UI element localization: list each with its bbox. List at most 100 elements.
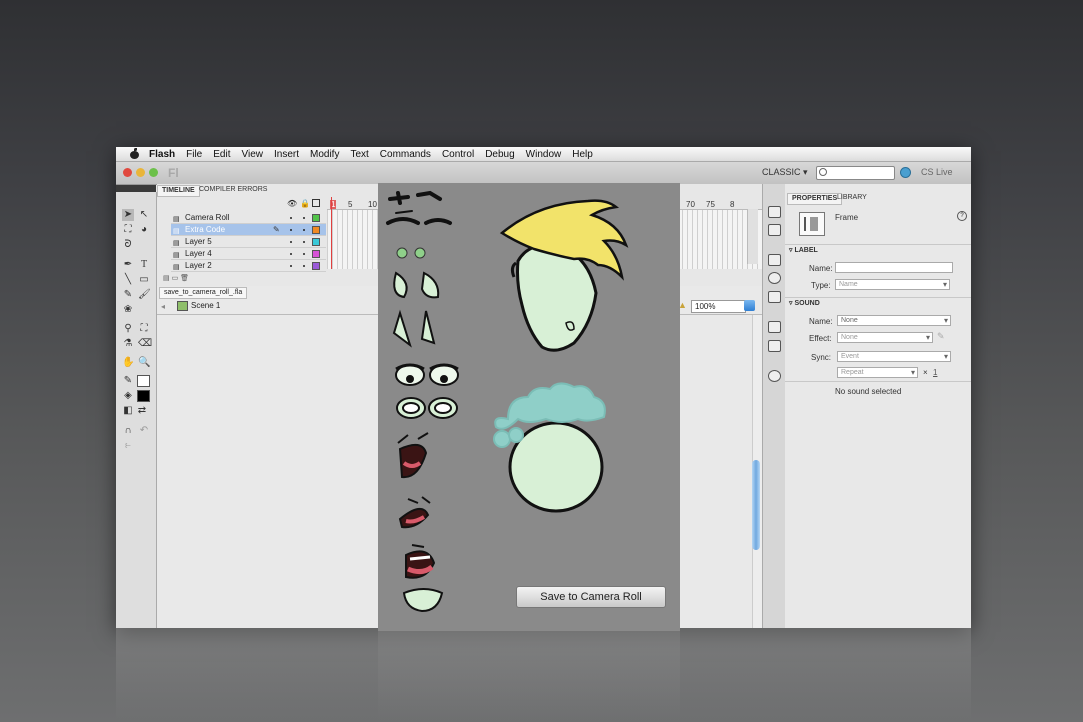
new-layer-icon[interactable]: ▤ xyxy=(163,275,170,282)
delete-layer-icon[interactable]: 🗑 xyxy=(180,275,189,282)
layer-visibility-dot[interactable] xyxy=(290,265,292,267)
fill-color-icon[interactable]: ◈ xyxy=(122,390,134,402)
menu-edit[interactable]: Edit xyxy=(213,149,230,160)
menu-insert[interactable]: Insert xyxy=(274,149,299,160)
layer-color-swatch[interactable] xyxy=(312,226,320,234)
help-search-input[interactable] xyxy=(816,166,895,180)
menu-commands[interactable]: Commands xyxy=(380,149,431,160)
open-eyes-art[interactable] xyxy=(396,397,458,419)
layer-lock-dot[interactable] xyxy=(303,241,305,243)
sound-name-select[interactable]: None xyxy=(837,315,951,326)
layer-row[interactable]: ▤ Layer 5 xyxy=(171,236,326,248)
sync-select[interactable]: Event xyxy=(837,351,951,362)
dot-eyes-art[interactable] xyxy=(396,247,426,259)
character-head-curly[interactable] xyxy=(493,382,606,513)
swatches-panel-icon[interactable] xyxy=(768,224,781,236)
minimize-window-button[interactable] xyxy=(136,168,145,177)
outline-all-icon[interactable] xyxy=(312,199,320,207)
cs-live-icon[interactable] xyxy=(900,167,911,178)
free-transform-tool-icon[interactable]: ⛶ xyxy=(122,224,134,236)
label-type-select[interactable]: Name xyxy=(835,279,950,290)
stage-scrollbar-thumb[interactable] xyxy=(752,460,760,550)
tools-panel-header[interactable] xyxy=(116,185,156,192)
tab-library[interactable]: LIBRARY xyxy=(833,193,871,203)
menu-file[interactable]: File xyxy=(186,149,202,160)
layer-color-swatch[interactable] xyxy=(312,214,320,222)
cs-live-menu[interactable]: CS Live xyxy=(921,167,953,177)
pen-tool-icon[interactable]: ✒ xyxy=(122,259,134,271)
layer-lock-dot[interactable] xyxy=(303,253,305,255)
sound-section-header[interactable]: ▿ SOUND xyxy=(785,297,971,310)
menu-debug[interactable]: Debug xyxy=(485,149,514,160)
layer-row[interactable]: ▤ Layer 4 xyxy=(171,248,326,260)
text-tool-icon[interactable]: T xyxy=(138,259,150,271)
swap-colors-icon[interactable]: ⇄ xyxy=(136,405,148,417)
subselection-tool-icon[interactable]: ↖ xyxy=(138,209,150,221)
transform-panel-icon[interactable] xyxy=(768,291,781,303)
document-tab[interactable]: save_to_camera_roll_.fla xyxy=(159,287,248,299)
fill-color-swatch[interactable] xyxy=(137,390,150,402)
repeat-select[interactable]: Repeat xyxy=(837,367,918,378)
align-panel-icon[interactable] xyxy=(768,254,781,266)
eraser-tool-icon[interactable]: ⌫ xyxy=(138,338,152,350)
3d-rotation-tool-icon[interactable]: ◕ xyxy=(138,224,150,236)
zoom-window-button[interactable] xyxy=(149,168,158,177)
menu-text[interactable]: Text xyxy=(350,149,368,160)
pencil-tool-icon[interactable]: ✎ xyxy=(122,289,134,301)
show-hide-all-icon[interactable]: 👁 xyxy=(287,199,297,208)
layer-row[interactable]: ▤ Camera Roll xyxy=(171,212,326,224)
save-to-camera-roll-button[interactable]: Save to Camera Roll xyxy=(516,586,666,608)
stroke-color-icon[interactable]: ✎ xyxy=(122,375,134,387)
layer-lock-dot[interactable] xyxy=(303,217,305,219)
layer-color-swatch[interactable] xyxy=(312,238,320,246)
info-panel-icon[interactable] xyxy=(768,272,781,284)
menu-help[interactable]: Help xyxy=(572,149,593,160)
menu-control[interactable]: Control xyxy=(442,149,474,160)
workspace-switcher[interactable]: CLASSIC ▾ xyxy=(762,167,808,178)
layer-row[interactable]: ▤ Layer 2 xyxy=(171,260,326,272)
layer-visibility-dot[interactable] xyxy=(290,253,292,255)
motion-presets-icon[interactable] xyxy=(768,370,781,382)
components-icon[interactable] xyxy=(768,340,781,352)
brush-tool-icon[interactable]: 🖌 xyxy=(138,289,151,301)
timeline-scrollbar[interactable] xyxy=(747,209,758,264)
selection-tool-icon[interactable]: ➤ xyxy=(122,209,134,221)
code-snippets-icon[interactable] xyxy=(768,321,781,333)
paint-bucket-tool-icon[interactable]: ⛶ xyxy=(138,323,150,335)
eyedropper-tool-icon[interactable]: ⚗ xyxy=(122,338,134,350)
layer-row-selected[interactable]: ▤ Extra Code ✎ xyxy=(171,224,326,236)
layer-lock-dot[interactable] xyxy=(303,229,305,231)
smooth-icon[interactable]: ↶ xyxy=(138,425,150,437)
lock-all-icon[interactable]: 🔒 xyxy=(300,199,310,208)
line-tool-icon[interactable]: ╲ xyxy=(122,274,134,286)
hand-tool-icon[interactable]: ✋ xyxy=(122,357,134,369)
repeat-count-field[interactable]: 1 xyxy=(933,368,937,377)
layer-visibility-dot[interactable] xyxy=(290,241,292,243)
apple-logo-icon[interactable] xyxy=(128,148,142,159)
stroke-color-swatch[interactable] xyxy=(137,375,150,387)
snap-to-objects-icon[interactable]: ∩ xyxy=(122,425,134,437)
bone-tool-icon[interactable]: ⚲ xyxy=(122,323,134,335)
deco-tool-icon[interactable]: ❀ xyxy=(122,304,134,316)
frame-label-input[interactable] xyxy=(835,262,953,273)
new-folder-icon[interactable]: ▭ xyxy=(172,275,179,282)
layer-visibility-dot[interactable] xyxy=(290,217,292,219)
effect-select[interactable]: None xyxy=(837,332,933,343)
layer-visibility-dot[interactable] xyxy=(290,229,292,231)
label-section-header[interactable]: ▿ LABEL xyxy=(785,244,971,257)
color-panel-icon[interactable] xyxy=(768,206,781,218)
straighten-icon[interactable]: ⥼ xyxy=(122,440,134,452)
menu-app-name[interactable]: Flash xyxy=(149,149,175,160)
scene-name[interactable]: Scene 1 xyxy=(191,301,220,310)
layer-color-swatch[interactable] xyxy=(312,250,320,258)
layer-lock-dot[interactable] xyxy=(303,265,305,267)
menu-modify[interactable]: Modify xyxy=(310,149,339,160)
back-arrow-icon[interactable]: ◂ xyxy=(161,302,165,311)
zoom-dropdown-button[interactable] xyxy=(744,300,755,311)
close-window-button[interactable] xyxy=(123,168,132,177)
noses-art[interactable] xyxy=(392,271,440,348)
black-white-icon[interactable]: ◧ xyxy=(122,405,134,417)
menu-view[interactable]: View xyxy=(241,149,263,160)
edit-sound-envelope-icon[interactable]: ✎ xyxy=(937,331,945,342)
rectangle-tool-icon[interactable]: ▭ xyxy=(138,274,150,286)
